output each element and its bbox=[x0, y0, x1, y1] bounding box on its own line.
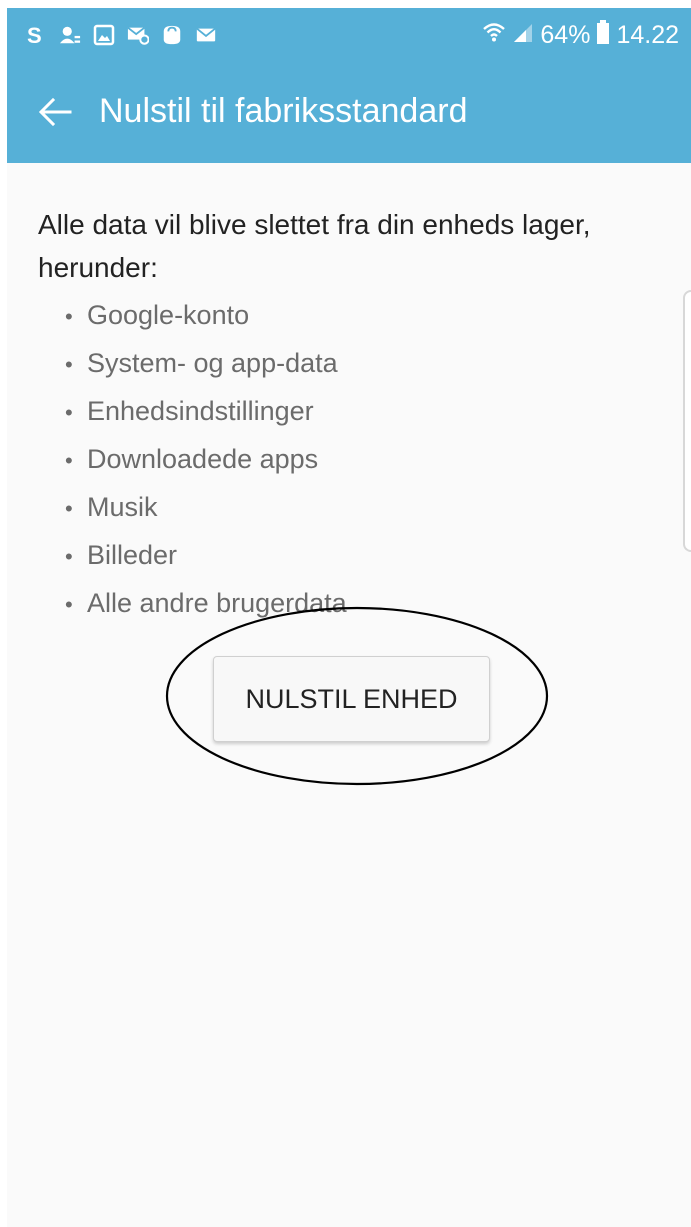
data-list: • Google-konto • System- og app-data • Enhe… bbox=[65, 292, 347, 628]
notification-icons: S bbox=[25, 22, 217, 48]
bullet: • bbox=[65, 448, 73, 473]
list-item: • Billeder bbox=[65, 532, 347, 580]
app-bar: Nulstil til fabriksstandard bbox=[7, 62, 691, 163]
list-item-label: Google-konto bbox=[87, 300, 250, 330]
list-item: • Downloadede apps bbox=[65, 436, 347, 484]
wifi-icon bbox=[482, 20, 506, 51]
list-item: • Alle andre brugerdata bbox=[65, 580, 347, 628]
content-area: Alle data vil blive slettet fra din enhe… bbox=[7, 163, 691, 1227]
screen: S 64% 14.22 Nulstil til fabriksstandard … bbox=[0, 0, 691, 1227]
bullet: • bbox=[65, 496, 73, 521]
list-item-label: Alle andre brugerdata bbox=[87, 588, 347, 618]
bullet: • bbox=[65, 544, 73, 569]
reset-device-button[interactable]: NULSTIL ENHED bbox=[213, 656, 490, 742]
phone-screen: S 64% 14.22 Nulstil til fabriksstandard … bbox=[7, 8, 691, 1227]
bullet: • bbox=[65, 352, 73, 377]
list-item-label: Billeder bbox=[87, 540, 178, 570]
contacts-sync-icon bbox=[59, 24, 81, 46]
list-item-label: Downloadede apps bbox=[87, 444, 319, 474]
list-item: • Musik bbox=[65, 484, 347, 532]
list-item-label: Enhedsindstillinger bbox=[87, 396, 314, 426]
page-title: Nulstil til fabriksstandard bbox=[99, 92, 468, 130]
battery-percent: 64% bbox=[540, 20, 591, 49]
clock: 14.22 bbox=[616, 20, 679, 49]
email-icon bbox=[195, 24, 217, 46]
bullet: • bbox=[65, 400, 73, 425]
description-text: Alle data vil blive slettet fra din enhe… bbox=[38, 209, 591, 283]
edge-panel-handle[interactable] bbox=[683, 290, 691, 552]
bullet: • bbox=[65, 592, 73, 617]
signal-strength-icon bbox=[512, 20, 534, 51]
list-item-label: Musik bbox=[87, 492, 158, 522]
status-indicators: 64% 14.22 bbox=[482, 19, 679, 52]
skype-icon: S bbox=[25, 23, 47, 47]
list-item-label: System- og app-data bbox=[87, 348, 338, 378]
arrow-left-icon bbox=[38, 97, 72, 127]
bullet: • bbox=[65, 304, 73, 329]
list-item: • System- og app-data bbox=[65, 340, 347, 388]
status-bar: S 64% 14.22 bbox=[7, 8, 691, 62]
mail-settings-icon bbox=[127, 24, 149, 46]
battery-icon bbox=[596, 19, 610, 52]
list-item: • Google-konto bbox=[65, 292, 347, 340]
list-item: • Enhedsindstillinger bbox=[65, 388, 347, 436]
back-button[interactable] bbox=[33, 90, 77, 134]
svg-text:S: S bbox=[27, 23, 42, 47]
galaxy-apps-icon bbox=[161, 24, 183, 46]
gallery-icon bbox=[93, 24, 115, 46]
